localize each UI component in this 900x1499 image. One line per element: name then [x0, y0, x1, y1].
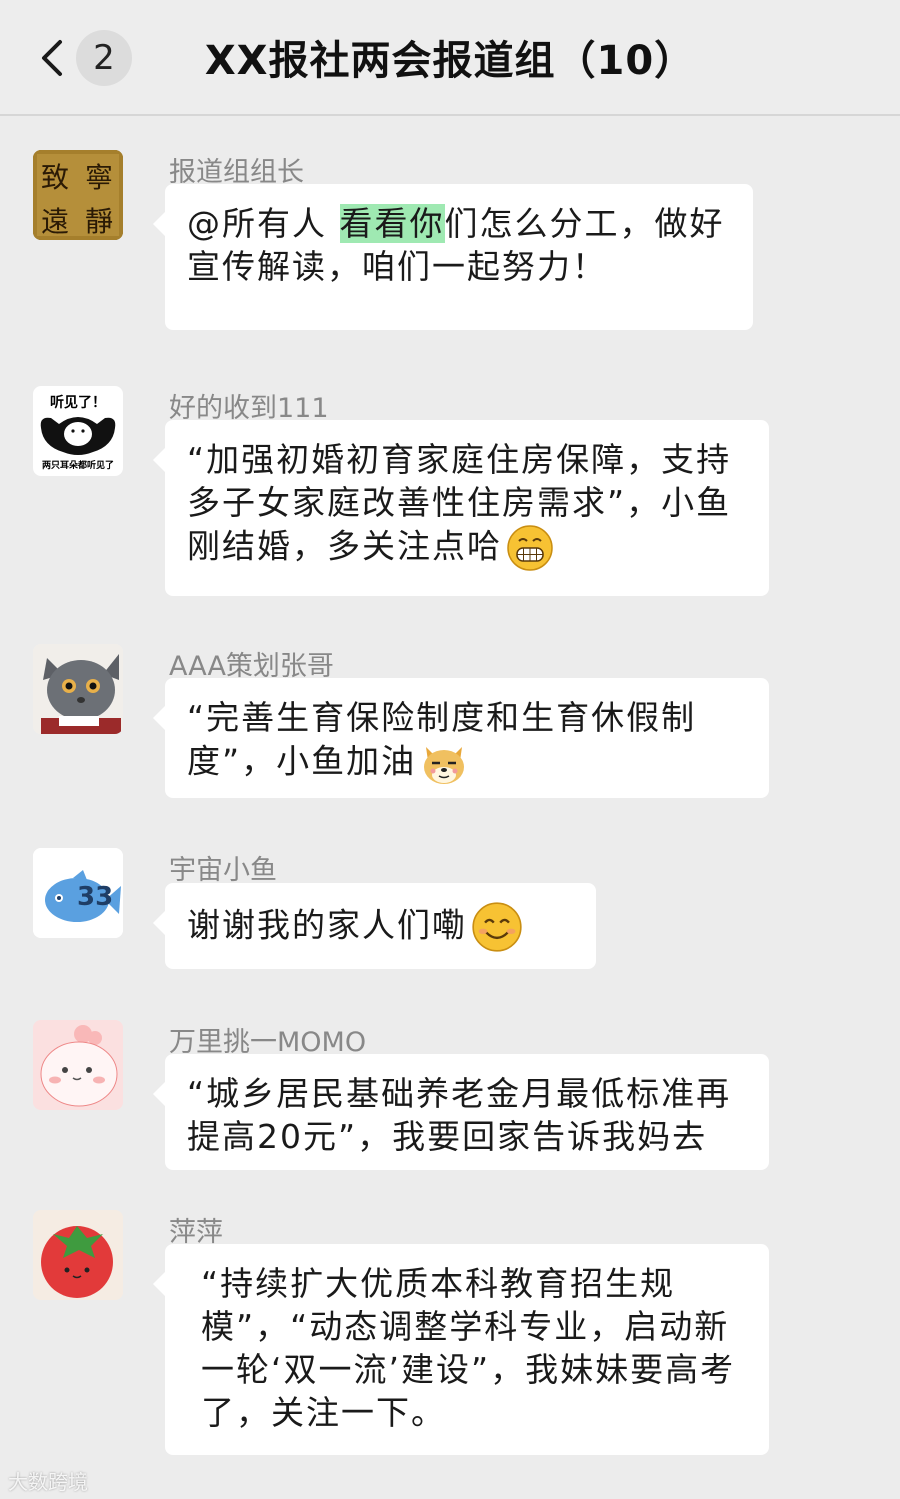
message-bubble[interactable]: “加强初婚初育家庭住房保障，支持多子女家庭改善性住房需求”，小鱼刚结婚，多关注点…	[153, 420, 769, 596]
message-bubble[interactable]: “城乡居民基础养老金月最低标准再提高20元”，我要回家告诉我妈去	[153, 1054, 769, 1170]
mention-text: @所有人	[187, 204, 340, 243]
chat-header: 2 XX报社两会报道组（10）	[0, 0, 900, 116]
avatar-meme[interactable]: 听见了！ 两只耳朵都听见了	[33, 386, 123, 476]
bunny-icon	[33, 1020, 123, 1110]
group-title: XX报社两会报道组（10）	[204, 38, 696, 84]
message-bubble[interactable]: @所有人 看看你们怎么分工，做好宣传解读，咱们一起努力！	[153, 184, 753, 330]
tomato-icon	[33, 1210, 123, 1300]
avatar-seal[interactable]: 致 寧 遠 靜	[33, 150, 123, 240]
avatar-tomato[interactable]	[33, 1210, 123, 1300]
cat-icon	[33, 644, 123, 734]
message-bubble[interactable]: “完善生育保险制度和生育休假制度”，小鱼加油	[153, 678, 769, 798]
watermark: 大数跨境	[8, 1470, 88, 1494]
smile-emoji-icon	[472, 902, 522, 952]
fish-text: 33	[77, 882, 114, 912]
message-text: “持续扩大优质本科教育招生规模”，“动态调整学科专业，启动新一轮‘双一流’建设”…	[201, 1264, 736, 1432]
message-text: “加强初婚初育家庭住房保障，支持多子女家庭改善性住房需求”，小鱼刚结婚，多关注点…	[187, 440, 732, 566]
message-bubble[interactable]: 谢谢我的家人们嘞	[153, 883, 596, 969]
back-button[interactable]: 2	[28, 30, 138, 90]
seal-char: 寧	[85, 161, 114, 194]
highlighted-text: 看看你	[339, 204, 445, 243]
unread-badge: 2	[76, 30, 132, 86]
seal-char: 靜	[85, 205, 114, 238]
sender-name: 宇宙小鱼	[169, 855, 277, 886]
message-text: “城乡居民基础养老金月最低标准再提高20元”，我要回家告诉我妈去	[187, 1074, 732, 1156]
chevron-left-icon	[42, 40, 62, 76]
seal-char: 致	[41, 161, 70, 194]
message-text: 谢谢我的家人们嘞	[187, 905, 467, 945]
avatar-cat[interactable]	[33, 644, 123, 734]
doge-emoji-icon	[424, 747, 465, 784]
grin-emoji-icon	[507, 525, 553, 571]
seal-char: 遠	[41, 205, 70, 238]
avatar-bunny[interactable]	[33, 1020, 123, 1110]
message-bubble[interactable]: “持续扩大优质本科教育招生规模”，“动态调整学科专业，启动新一轮‘双一流’建设”…	[153, 1244, 769, 1455]
meme-bottom-text: 两只耳朵都听见了	[41, 461, 114, 471]
avatar-fish[interactable]: 33	[33, 848, 123, 938]
